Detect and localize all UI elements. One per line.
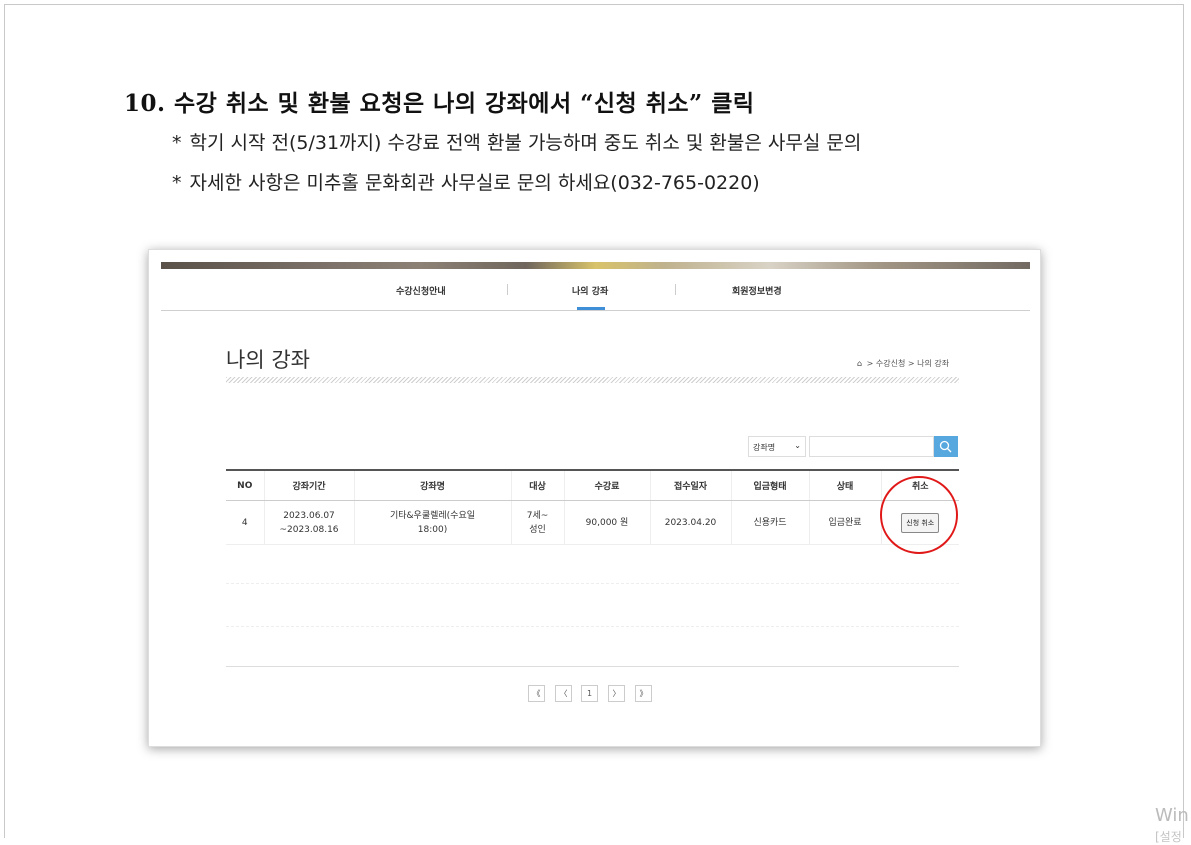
column-header: 강좌명 xyxy=(353,470,511,501)
cell-status: 입금완료 xyxy=(808,500,881,545)
nav-separator xyxy=(675,284,676,295)
table-bottom-line xyxy=(226,666,959,667)
embedded-screenshot: 수강신청안내 나의 강좌 회원정보변경 나의 강좌 ⌂ > 수강신청 > 나의 … xyxy=(148,249,1041,747)
table-header-row: NO 강좌기간 강좌명 대상 수강료 접수일자 입금형태 상태 취소 xyxy=(226,470,959,501)
period-start: 2023.06.07 xyxy=(283,510,335,521)
breadcrumb-separator: > xyxy=(907,359,915,368)
cell-payment: 신용카드 xyxy=(730,500,809,545)
note-text: 자세한 사항은 미추홀 문화회관 사무실로 문의 하세요(032-765-022… xyxy=(189,172,760,194)
search-type-value: 강좌명 xyxy=(753,443,776,452)
home-icon[interactable]: ⌂ xyxy=(857,359,862,368)
note-bullet: * xyxy=(172,132,182,154)
column-header: 상태 xyxy=(808,470,881,501)
page-last-button[interactable]: 》 xyxy=(635,685,652,702)
breadcrumb-item[interactable]: 나의 강좌 xyxy=(917,359,949,368)
nav-item-course-guide[interactable]: 수강신청안내 xyxy=(396,284,446,297)
highlight-circle xyxy=(880,476,958,554)
page-next-button[interactable]: 〉 xyxy=(608,685,625,702)
course-name-line: 18:00) xyxy=(417,524,448,535)
chevron-down-icon: ⌄ xyxy=(794,441,801,450)
page-title: 나의 강좌 xyxy=(226,348,310,372)
nav-item-my-courses[interactable]: 나의 강좌 xyxy=(572,284,608,297)
table-divider xyxy=(226,582,959,584)
note-contact: * 자세한 사항은 미추홀 문화회관 사무실로 문의 하세요(032-765-02… xyxy=(172,168,760,195)
note-refund-policy: * 학기 시작 전(5/31까지) 수강료 전액 환불 가능하며 중도 취소 및 … xyxy=(172,128,861,155)
column-header: 입금형태 xyxy=(730,470,809,501)
page-number-button[interactable]: 1 xyxy=(581,685,598,702)
top-navigation: 수강신청안내 나의 강좌 회원정보변경 xyxy=(161,270,1030,311)
target-line: 성인 xyxy=(529,524,546,535)
cell-period: 2023.06.07 ~2023.08.16 xyxy=(263,500,354,545)
os-activation-watermark: Win xyxy=(1155,805,1189,826)
title-divider xyxy=(226,377,959,383)
nav-separator xyxy=(507,284,508,295)
nav-active-indicator xyxy=(577,307,605,310)
table-divider xyxy=(226,625,959,627)
column-header: 강좌기간 xyxy=(263,470,354,501)
breadcrumb: ⌂ > 수강신청 > 나의 강좌 xyxy=(857,358,949,369)
cell-fee: 90,000 원 xyxy=(563,500,650,545)
cell-date: 2023.04.20 xyxy=(649,500,731,545)
os-activation-watermark-sub: [설정 xyxy=(1155,830,1182,844)
breadcrumb-separator: > xyxy=(866,359,874,368)
column-header: 접수일자 xyxy=(649,470,731,501)
table-row: 4 2023.06.07 ~2023.08.16 기타&우쿨렐레(수요일 18:… xyxy=(226,500,959,545)
top-banner-image xyxy=(161,262,1030,269)
course-table: NO 강좌기간 강좌명 대상 수강료 접수일자 입금형태 상태 취소 4 202… xyxy=(226,469,959,545)
column-header: 대상 xyxy=(510,470,564,501)
column-header: NO xyxy=(226,470,264,501)
breadcrumb-item[interactable]: 수강신청 xyxy=(876,359,905,368)
period-end: ~2023.08.16 xyxy=(279,524,339,535)
page-first-button[interactable]: 《 xyxy=(528,685,545,702)
course-name-line: 기타&우쿨렐레(수요일 xyxy=(389,510,476,521)
cell-target: 7세~ 성인 xyxy=(510,500,564,545)
cell-no: 4 xyxy=(226,500,264,545)
nav-item-member-info[interactable]: 회원정보변경 xyxy=(732,284,782,297)
page-prev-button[interactable]: 〈 xyxy=(555,685,572,702)
search-button[interactable] xyxy=(934,436,958,457)
search-input[interactable] xyxy=(809,436,934,457)
search-type-select[interactable]: 강좌명 ⌄ xyxy=(748,436,806,457)
cell-course-name: 기타&우쿨렐레(수요일 18:00) xyxy=(353,500,511,545)
target-line: 7세~ xyxy=(526,510,549,521)
search-icon xyxy=(939,440,952,453)
note-bullet: * xyxy=(172,172,182,194)
document-title: 10. 수강 취소 및 환불 요청은 나의 강좌에서 “신청 취소” 클릭 xyxy=(124,90,755,117)
column-header: 수강료 xyxy=(563,470,650,501)
note-text: 학기 시작 전(5/31까지) 수강료 전액 환불 가능하며 중도 취소 및 환… xyxy=(189,132,862,154)
